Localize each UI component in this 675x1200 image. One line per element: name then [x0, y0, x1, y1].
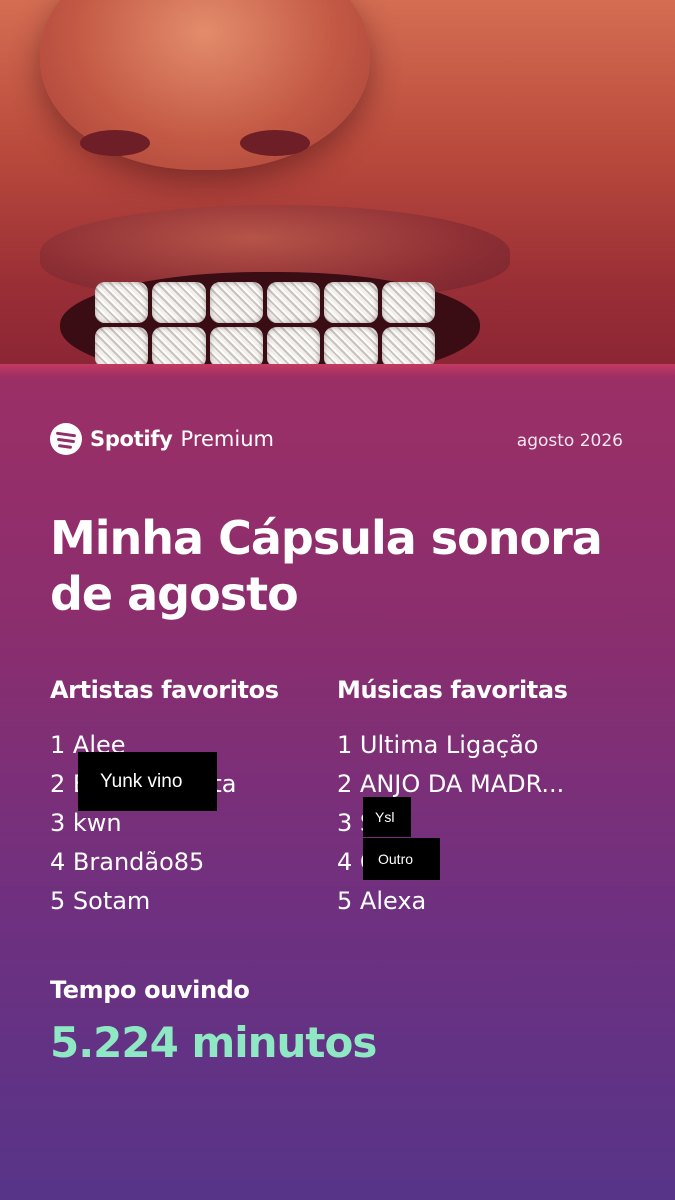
list-item: 5 Sotam: [50, 887, 151, 915]
redaction-box: Yunk vino: [78, 752, 217, 811]
redaction-box: Outro: [363, 838, 440, 880]
list-item: 1 Ultima Ligação: [337, 731, 539, 759]
cover-photo: [0, 0, 675, 376]
period-label: agosto 2026: [516, 431, 623, 451]
list-item: 5 Alexa: [337, 887, 427, 915]
listening-time-value: 5.224 minutos: [50, 1018, 377, 1067]
spotify-logo-icon: [50, 423, 82, 455]
page-title: Minha Cápsula sonora de agosto: [50, 511, 603, 621]
brand-name: Spotify: [90, 427, 173, 451]
brand-header: Spotify Premium: [50, 423, 274, 455]
list-item: 4 Brandão85: [50, 848, 205, 876]
listening-time-label: Tempo ouvindo: [50, 976, 250, 1004]
capsule-card: Spotify Premium agosto 2026 Minha Cápsul…: [0, 0, 675, 1200]
top-songs-heading: Músicas favoritas: [337, 676, 568, 704]
photo-bottom-stripe: [0, 364, 675, 376]
brand-tier: Premium: [180, 427, 274, 451]
top-artists-heading: Artistas favoritos: [50, 676, 279, 704]
redaction-box: Ysl: [363, 797, 411, 837]
photo-grillz: [95, 282, 435, 368]
